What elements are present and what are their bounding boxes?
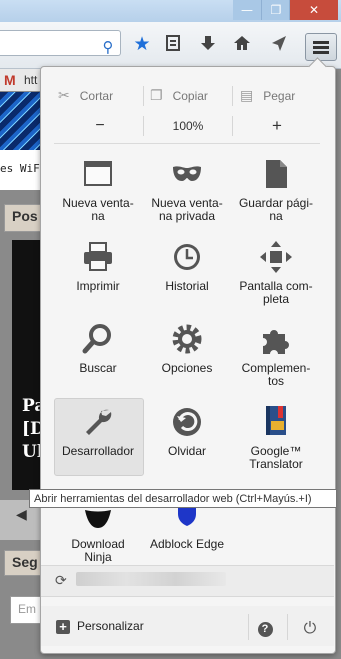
open-menu-button[interactable] — [305, 33, 337, 61]
zoom-in-button[interactable]: + — [262, 116, 292, 136]
carousel-prev-icon[interactable]: ◀ — [16, 506, 27, 523]
zoom-separator — [143, 116, 144, 136]
new-private-window-button[interactable]: Nueva venta- na privada — [144, 157, 230, 223]
power-icon: ⏻ — [303, 618, 317, 637]
new-window-label: Nueva venta- na — [62, 196, 134, 223]
help-button[interactable]: ? — [254, 617, 276, 639]
puzzle-icon — [259, 322, 293, 356]
close-window-button[interactable]: ✕ — [289, 0, 338, 20]
new-window-button[interactable]: Nueva venta- na — [55, 157, 141, 223]
close-icon: ✕ — [308, 3, 320, 17]
plus-icon: + — [56, 620, 70, 634]
hamburger-icon — [313, 41, 329, 44]
section-tab-label: Pos — [12, 208, 38, 224]
save-page-button[interactable]: Guardar pági- na — [233, 157, 319, 223]
zoom-separator — [232, 116, 233, 136]
copy-icon: ❐ — [150, 88, 163, 104]
paste-label: Pegar — [263, 89, 296, 103]
adblock-edge-label: Adblock Edge — [149, 537, 225, 551]
scissors-icon: ✂ — [58, 88, 70, 104]
downloads-arrow-icon[interactable] — [197, 34, 219, 54]
cut-label: Cortar — [79, 89, 114, 103]
send-arrow-icon[interactable] — [268, 34, 290, 54]
google-translator-label: Google™ Translator — [249, 444, 303, 471]
translator-book-icon — [259, 405, 293, 439]
zoom-out-button[interactable]: − — [85, 116, 115, 136]
developer-label: Desarrollador — [61, 444, 135, 458]
forget-label: Olvidar — [167, 444, 206, 458]
fullscreen-button[interactable]: Pantalla com- pleta — [233, 240, 319, 306]
google-translator-button[interactable]: Google™ Translator — [233, 405, 319, 471]
wrench-icon — [81, 405, 115, 439]
forget-icon — [170, 405, 204, 439]
find-button[interactable]: Buscar — [55, 322, 141, 375]
zoom-reset-button[interactable]: 100% — [150, 116, 226, 136]
developer-tooltip: Abrir herramientas del desarrollador web… — [29, 489, 337, 508]
history-button[interactable]: Historial — [144, 240, 230, 293]
forget-button[interactable]: Olvidar — [144, 405, 230, 458]
download-ninja-label: Download Ninja — [71, 537, 125, 564]
edit-separator — [232, 86, 233, 106]
new-window-icon — [81, 157, 115, 191]
section-tab-2-label: Seg — [12, 554, 38, 570]
bookmark-label[interactable]: htt — [24, 73, 37, 87]
history-clock-icon — [170, 240, 204, 274]
bookmark-star-icon[interactable]: ★ — [131, 34, 153, 54]
addons-button[interactable]: Complemen- tos — [233, 322, 319, 388]
footer-separator — [287, 614, 288, 640]
options-button[interactable]: Opciones — [144, 322, 230, 375]
developer-button[interactable]: Desarrollador — [55, 405, 141, 458]
maximize-button[interactable]: ❐ — [261, 0, 290, 20]
home-icon[interactable] — [231, 34, 253, 54]
private-mask-icon — [170, 157, 204, 191]
sync-account-redacted — [76, 572, 226, 586]
copy-label: Copiar — [172, 89, 208, 103]
cut-button[interactable]: ✂ Cortar — [58, 84, 140, 108]
minimize-button[interactable]: — — [233, 0, 261, 20]
help-icon: ? — [257, 622, 273, 637]
panel-divider — [54, 143, 320, 144]
bookmarks-list-icon[interactable] — [162, 34, 184, 54]
sync-icon: ⟳ — [55, 573, 67, 589]
print-icon — [81, 240, 115, 274]
history-label: Historial — [165, 279, 209, 293]
save-page-label: Guardar pági- na — [238, 196, 314, 223]
print-label: Imprimir — [76, 279, 120, 293]
options-label: Opciones — [161, 361, 213, 375]
addons-label: Complemen- tos — [241, 361, 311, 388]
customize-button[interactable]: Personalizar — [77, 619, 144, 633]
find-label: Buscar — [79, 361, 117, 375]
copy-button[interactable]: ❐ Copiar — [150, 84, 230, 108]
print-button[interactable]: Imprimir — [55, 240, 141, 293]
quit-button[interactable]: ⏻ — [299, 617, 321, 639]
email-placeholder: Em — [18, 602, 36, 616]
magnifier-icon — [81, 322, 115, 356]
footer-separator — [248, 614, 249, 640]
fullscreen-icon — [259, 240, 293, 274]
restore-icon: ❐ — [270, 3, 282, 17]
search-magnifier-icon[interactable]: ⚲ — [97, 37, 119, 57]
edit-separator — [143, 86, 144, 106]
save-page-icon — [259, 157, 293, 191]
gear-icon — [170, 322, 204, 356]
minimize-icon: — — [241, 3, 253, 17]
fullscreen-label: Pantalla com- pleta — [239, 279, 313, 306]
site-banner-image — [0, 92, 45, 150]
gmail-icon[interactable]: M — [4, 72, 16, 88]
clipboard-icon: ▤ — [240, 88, 254, 104]
new-private-window-label: Nueva venta- na privada — [151, 196, 223, 223]
paste-button[interactable]: ▤ Pegar — [240, 84, 320, 108]
